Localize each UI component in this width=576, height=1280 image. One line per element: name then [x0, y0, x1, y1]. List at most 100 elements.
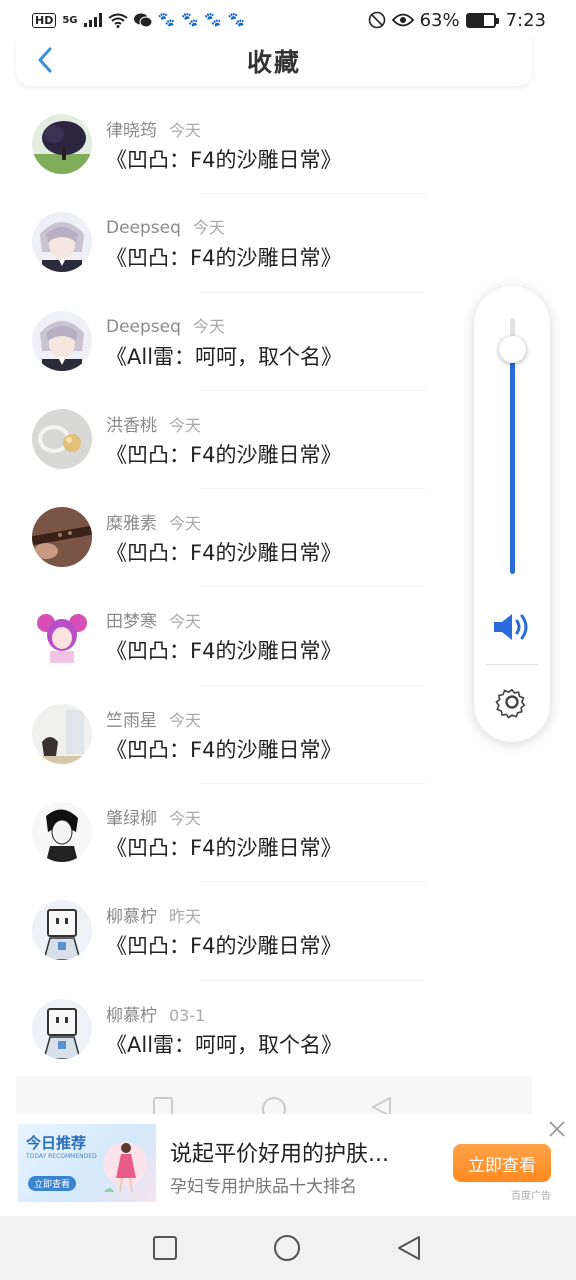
page-title: 收藏 [246, 48, 301, 77]
item-time: 03-1 [169, 1005, 206, 1025]
hd-badge: HD [32, 12, 57, 28]
background-nav-bar [16, 1076, 532, 1121]
item-time: 今天 [169, 514, 202, 534]
avatar[interactable] [32, 703, 92, 764]
status-right: 63% 7:23 [368, 10, 546, 31]
close-icon[interactable] [546, 1118, 568, 1140]
avatar[interactable] [32, 114, 92, 174]
avatar[interactable] [32, 507, 92, 568]
back-button[interactable] [30, 44, 60, 76]
paw-icon: 🐾 [157, 12, 175, 28]
item-meta: 洪香桃 今天 [106, 411, 201, 436]
item-title[interactable]: 《凹凸：F4的沙雕日常》 [106, 832, 341, 862]
item-username[interactable]: Deepseq [106, 317, 181, 337]
item-meta: Deepseq 今天 [106, 313, 225, 337]
item-username[interactable]: 糜雅素 [106, 514, 157, 534]
mute-icon [368, 11, 385, 29]
battery-percent: 63% [419, 9, 460, 31]
item-title[interactable]: 《All雷：呵呵，取个名》 [106, 1029, 342, 1059]
avatar[interactable] [32, 802, 92, 863]
item-username[interactable]: 柳慕柠 [106, 1006, 157, 1026]
item-username[interactable]: 竺雨星 [106, 711, 157, 731]
item-time: 今天 [169, 612, 202, 632]
clock: 7:23 [505, 9, 546, 31]
circle-icon[interactable] [273, 1234, 301, 1262]
battery-fill [467, 14, 484, 26]
item-time: 今天 [169, 415, 202, 435]
item-meta: 柳慕柠 昨天 [106, 902, 201, 927]
avatar[interactable] [32, 900, 92, 961]
avatar[interactable] [32, 998, 92, 1059]
item-username[interactable]: 洪香桃 [106, 416, 157, 436]
ad-banner[interactable]: 今日推荐 TODAY RECOMMENDED 立即查看 说起平价好用的护肤...… [0, 1114, 576, 1216]
triangle-back-icon[interactable] [395, 1234, 423, 1262]
avatar[interactable] [32, 212, 92, 273]
item-username[interactable]: 柳慕柠 [106, 907, 157, 927]
app-header: 收藏 [16, 36, 532, 86]
square-icon[interactable] [151, 1234, 179, 1262]
volume-slider[interactable] [499, 318, 526, 574]
ad-image-subtitle: TODAY RECOMMENDED [26, 1153, 97, 1160]
item-username[interactable]: 田梦寒 [106, 612, 157, 632]
item-time: 今天 [169, 809, 202, 829]
woman-figure-icon [103, 1142, 147, 1193]
ad-title[interactable]: 说起平价好用的护肤... [170, 1136, 389, 1168]
item-meta: 糜雅素 今天 [106, 509, 201, 534]
item-time: 今天 [169, 121, 202, 140]
favorite-item[interactable]: 柳慕柠 03-1 《All雷：呵呵，取个名》 [0, 981, 576, 1079]
item-username[interactable]: Deepseq [106, 218, 181, 238]
network-label: 5G [62, 14, 78, 26]
chevron-left-icon [38, 47, 52, 73]
avatar[interactable] [32, 408, 92, 469]
favorite-item[interactable]: 律晓筠 今天《凹凸：F4的沙雕日常》 [0, 96, 576, 195]
item-title[interactable]: 《凹凸：F4的沙雕日常》 [106, 144, 341, 174]
item-title[interactable]: 《凹凸：F4的沙雕日常》 [106, 242, 341, 272]
item-title[interactable]: 《All雷：呵呵，取个名》 [106, 341, 342, 371]
ad-subtitle: 孕妇专用护肤品十大排名 [170, 1177, 357, 1197]
avatar[interactable] [32, 310, 92, 371]
item-meta: 柳慕柠 03-1 [106, 1001, 205, 1026]
ad-image[interactable]: 今日推荐 TODAY RECOMMENDED 立即查看 [18, 1124, 156, 1202]
volume-panel [474, 286, 550, 742]
item-meta: 竺雨星 今天 [106, 706, 201, 731]
volume-divider [486, 664, 538, 665]
gear-icon[interactable] [494, 684, 530, 720]
item-meta: Deepseq 今天 [106, 214, 225, 238]
speaker-icon[interactable] [492, 612, 532, 642]
item-time: 今天 [192, 218, 225, 238]
favorite-item[interactable]: Deepseq 今天《凹凸：F4的沙雕日常》 [0, 194, 576, 293]
item-title[interactable]: 《凹凸：F4的沙雕日常》 [106, 930, 341, 960]
item-username[interactable]: 律晓筠 [106, 121, 157, 141]
item-meta: 田梦寒 今天 [106, 607, 201, 632]
ad-image-title: 今日推荐 [26, 1134, 87, 1152]
item-time: 今天 [192, 316, 225, 336]
item-title[interactable]: 《凹凸：F4的沙雕日常》 [106, 734, 341, 764]
paw-icon: 🐾 [204, 12, 222, 28]
status-left: HD 5G 🐾 🐾 🐾 🐾 [32, 12, 245, 28]
signal-icon [83, 13, 102, 27]
favorite-item[interactable]: 肇绿柳 今天《凹凸：F4的沙雕日常》 [0, 784, 576, 883]
eye-icon [391, 13, 414, 27]
volume-thumb[interactable] [499, 335, 526, 363]
status-bar: HD 5G 🐾 🐾 🐾 🐾 63% 7:23 [0, 0, 576, 40]
item-meta: 肇绿柳 今天 [106, 804, 201, 829]
wifi-icon [107, 13, 128, 28]
item-title[interactable]: 《凹凸：F4的沙雕日常》 [106, 439, 341, 469]
wechat-icon [133, 13, 152, 27]
ad-source-label: 百度广告 [511, 1191, 551, 1202]
item-time: 今天 [169, 710, 202, 730]
ad-image-button: 立即查看 [28, 1176, 77, 1191]
item-meta: 律晓筠 今天 [106, 116, 201, 141]
avatar[interactable] [32, 605, 92, 666]
volume-fill [510, 348, 515, 574]
system-nav-bar [0, 1216, 576, 1280]
item-time: 昨天 [169, 907, 202, 927]
ad-cta-button[interactable]: 立即查看 [453, 1144, 551, 1182]
item-title[interactable]: 《凹凸：F4的沙雕日常》 [106, 635, 341, 665]
battery-icon [465, 12, 499, 28]
paw-icon: 🐾 [227, 12, 246, 28]
paw-icon: 🐾 [180, 12, 199, 28]
item-username[interactable]: 肇绿柳 [106, 809, 157, 829]
item-title[interactable]: 《凹凸：F4的沙雕日常》 [106, 537, 341, 567]
favorite-item[interactable]: 柳慕柠 昨天《凹凸：F4的沙雕日常》 [0, 882, 576, 981]
